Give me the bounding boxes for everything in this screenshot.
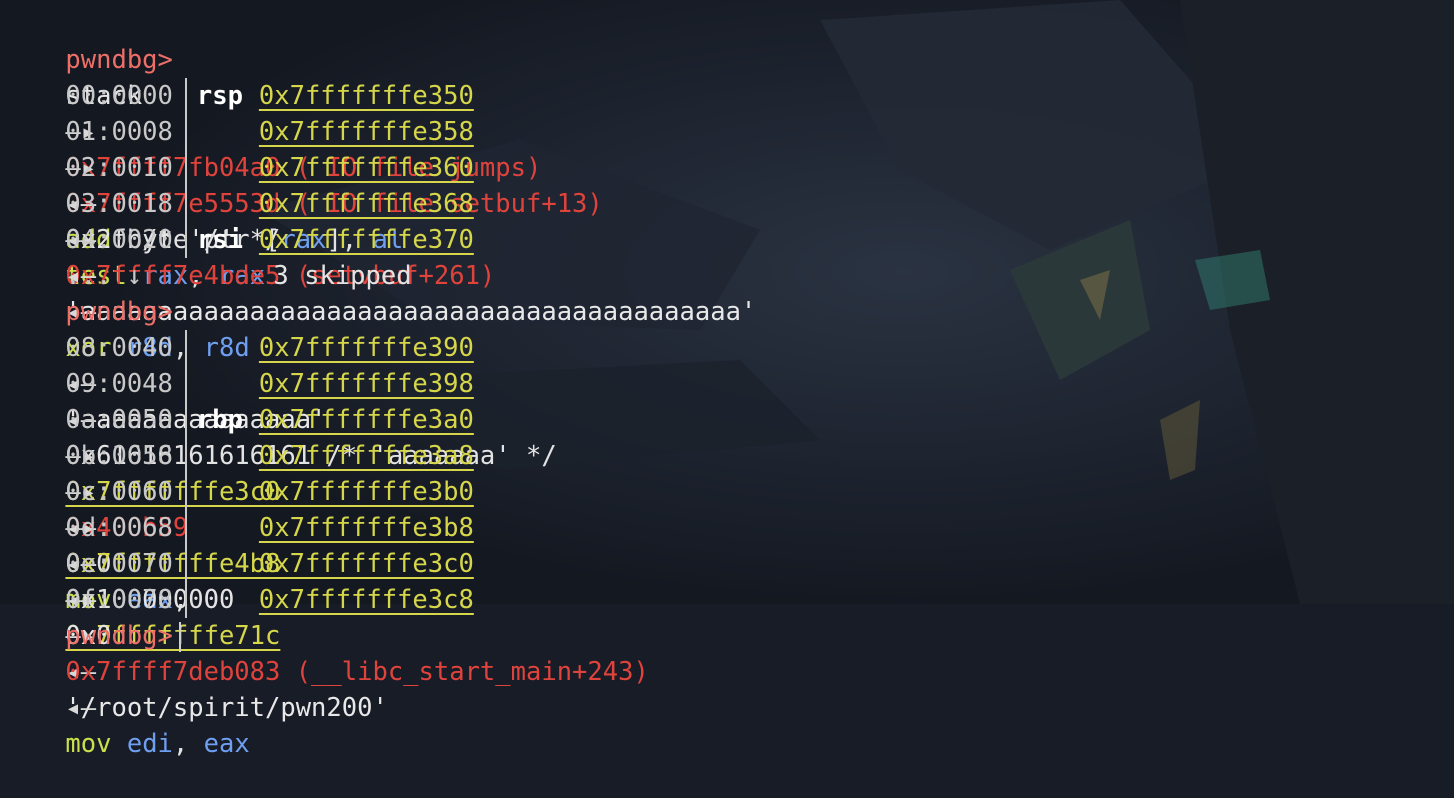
code-pointer: 0x7ffff7deb083 (__libc_start_main+243) (65, 657, 649, 687)
stack-offset: 0b:0058 (65, 441, 173, 471)
stack-address: 0x7fffffffe390 (258, 333, 474, 363)
column-divider (184, 150, 187, 186)
stack-offset: 00:0000 (65, 81, 173, 111)
stack-address: 0x7fffffffe3b0 (258, 477, 474, 507)
terminal[interactable]: pwndbg> stack 00:0000 rsp 0x7fffffffe350 —… (4, 6, 756, 759)
stack-offset: 04:0020 (65, 225, 173, 255)
column-divider (184, 366, 187, 402)
prompt: pwndbg> (65, 45, 173, 75)
stack-address: 0x7fffffffe358 (258, 117, 474, 147)
column-divider (184, 330, 187, 366)
prompt: pwndbg> (65, 297, 173, 327)
register-label: rsp (196, 81, 243, 111)
register-label: rbp (196, 405, 243, 435)
column-divider (184, 78, 187, 114)
operand-separator: , (172, 729, 204, 759)
stack-address: 0x7fffffffe360 (258, 153, 474, 183)
column-divider (184, 438, 187, 474)
stack-offset: 0e:0070 (65, 549, 173, 579)
skipped-text: 3 skipped (273, 261, 412, 291)
command-line: pwndbg> stack (4, 6, 756, 111)
stack-address: 0x7fffffffe368 (258, 189, 474, 219)
column-divider (184, 222, 187, 258)
instruction-mnemonic: mov (65, 729, 112, 759)
stack-offset: 0a:0050 (65, 405, 173, 435)
stack-offset: 01:0008 (65, 117, 173, 147)
stack-address: 0x7fffffffe398 (258, 369, 474, 399)
stack-address: 0x7fffffffe350 (258, 81, 474, 111)
prompt: pwndbg> (65, 621, 173, 651)
column-divider (184, 402, 187, 438)
stack-address: 0x7fffffffe3a8 (258, 441, 474, 471)
stack-offset: 0c:0060 (65, 477, 173, 507)
operand-register: edi (126, 729, 173, 759)
stack-offset: 09:0048 (65, 369, 173, 399)
operand-register: eax (203, 729, 250, 759)
column-divider (184, 510, 187, 546)
stack-offset: 0d:0068 (65, 513, 173, 543)
column-divider (184, 582, 187, 618)
register-label: rsi (196, 225, 243, 255)
stack-address: 0x7fffffffe3c0 (258, 549, 474, 579)
stack-offset: 08:0040 (65, 333, 173, 363)
stack-address: 0x7fffffffe3c8 (258, 585, 474, 615)
column-divider (184, 114, 187, 150)
stack-offset: 02:0010 (65, 153, 173, 183)
stack-address: 0x7fffffffe370 (258, 225, 474, 255)
stack-address: 0x7fffffffe3a0 (258, 405, 474, 435)
text-cursor (178, 622, 181, 652)
column-divider (184, 474, 187, 510)
skipped-marker: ... ↓ (65, 261, 143, 291)
stack-offset: 03:0018 (65, 189, 173, 219)
points-to-arrow: ◂— (65, 693, 97, 723)
column-divider (184, 186, 187, 222)
stack-offset: 0f:0078 (65, 585, 173, 615)
stack-address: 0x7fffffffe3b8 (258, 513, 474, 543)
column-divider (184, 546, 187, 582)
string-value: '/root/spirit/pwn200' (65, 693, 388, 723)
